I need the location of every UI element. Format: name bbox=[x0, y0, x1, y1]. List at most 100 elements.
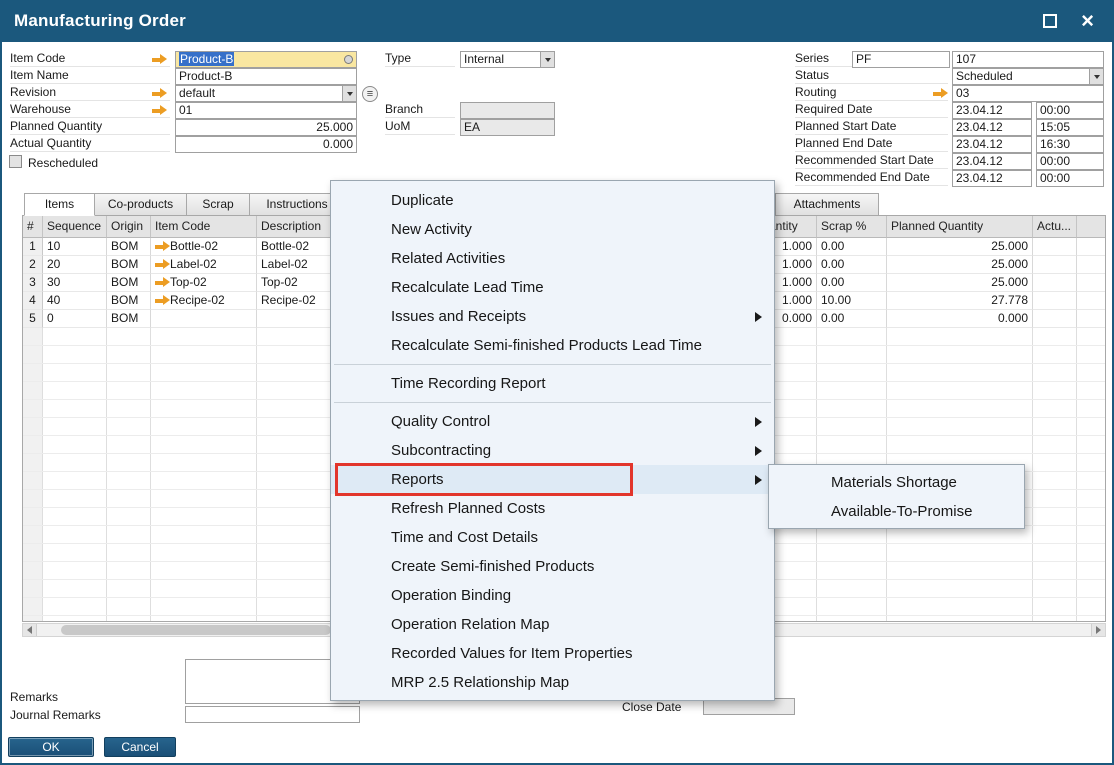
revision-dropdown-arrow-icon[interactable] bbox=[342, 86, 356, 101]
link-arrow-icon[interactable] bbox=[155, 241, 170, 252]
cell-scrap-pct[interactable]: 0.00 bbox=[817, 238, 887, 256]
header-planned-quantity[interactable]: Planned Quantity bbox=[887, 216, 1033, 238]
tab-attachments[interactable]: Attachments bbox=[775, 193, 879, 216]
choose-from-list-icon[interactable] bbox=[344, 55, 353, 64]
cell-item-code[interactable]: Bottle-02 bbox=[151, 238, 257, 256]
maximize-icon[interactable] bbox=[1043, 14, 1057, 28]
cell-scrap-pct[interactable]: 10.00 bbox=[817, 292, 887, 310]
routing-link-arrow-icon[interactable] bbox=[933, 88, 948, 99]
planned-end-date-field[interactable]: 23.04.12 bbox=[952, 136, 1032, 153]
close-icon[interactable]: × bbox=[1081, 14, 1094, 28]
tab-scrap[interactable]: Scrap bbox=[186, 193, 250, 216]
type-dropdown-arrow-icon[interactable] bbox=[540, 52, 554, 67]
cell-planned-quantity[interactable]: 0.000 bbox=[887, 310, 1033, 328]
revision-link-arrow-icon[interactable] bbox=[152, 88, 167, 99]
header-item-code[interactable]: Item Code bbox=[151, 216, 257, 238]
cell-origin[interactable]: BOM bbox=[107, 238, 151, 256]
menu-item-new-activity[interactable]: New Activity bbox=[331, 215, 774, 244]
menu-item-recalculate-semi-finished[interactable]: Recalculate Semi-finished Products Lead … bbox=[331, 331, 774, 360]
cell-planned-quantity[interactable]: 25.000 bbox=[887, 238, 1033, 256]
journal-remarks-field[interactable] bbox=[185, 706, 360, 723]
menu-item-quality-control[interactable]: Quality Control bbox=[331, 407, 774, 436]
cell-actual[interactable] bbox=[1033, 238, 1077, 256]
menu-item-time-recording-report[interactable]: Time Recording Report bbox=[331, 369, 774, 398]
routing-field[interactable]: 03 bbox=[952, 85, 1104, 102]
series-number-field[interactable]: 107 bbox=[952, 51, 1104, 68]
scroll-left-icon[interactable] bbox=[23, 624, 37, 636]
planned-quantity-field[interactable]: 25.000 bbox=[175, 119, 357, 136]
cell-num[interactable]: 5 bbox=[23, 310, 43, 328]
link-arrow-icon[interactable] bbox=[155, 259, 170, 270]
tab-co-products[interactable]: Co-products bbox=[94, 193, 187, 216]
cell-actual[interactable] bbox=[1033, 256, 1077, 274]
cell-origin[interactable]: BOM bbox=[107, 256, 151, 274]
item-name-field[interactable]: Product-B bbox=[175, 68, 357, 85]
recommended-start-time-field[interactable]: 00:00 bbox=[1036, 153, 1104, 170]
menu-item-reports[interactable]: Reports bbox=[331, 465, 774, 494]
header-actual[interactable]: Actu... bbox=[1033, 216, 1077, 238]
cell-sequence[interactable]: 20 bbox=[43, 256, 107, 274]
cell-num[interactable]: 3 bbox=[23, 274, 43, 292]
cell-item-code[interactable]: Top-02 bbox=[151, 274, 257, 292]
link-arrow-icon[interactable] bbox=[155, 277, 170, 288]
warehouse-link-arrow-icon[interactable] bbox=[152, 105, 167, 116]
cell-origin[interactable]: BOM bbox=[107, 292, 151, 310]
revision-list-icon[interactable]: ≡ bbox=[362, 86, 378, 102]
menu-item-duplicate[interactable]: Duplicate bbox=[331, 186, 774, 215]
link-arrow-icon[interactable] bbox=[155, 295, 170, 306]
menu-item-create-semi-finished-products[interactable]: Create Semi-finished Products bbox=[331, 552, 774, 581]
tab-items[interactable]: Items bbox=[24, 193, 95, 216]
scrollbar-thumb[interactable] bbox=[61, 625, 331, 635]
menu-item-mrp-relationship-map[interactable]: MRP 2.5 Relationship Map bbox=[331, 668, 774, 697]
cancel-button[interactable]: Cancel bbox=[104, 737, 176, 757]
scroll-right-icon[interactable] bbox=[1091, 624, 1105, 636]
cell-num[interactable]: 2 bbox=[23, 256, 43, 274]
required-time-field[interactable]: 00:00 bbox=[1036, 102, 1104, 119]
header-origin[interactable]: Origin bbox=[107, 216, 151, 238]
cell-scrap-pct[interactable]: 0.00 bbox=[817, 274, 887, 292]
window-titlebar[interactable]: Manufacturing Order × bbox=[0, 0, 1114, 42]
recommended-start-date-field[interactable]: 23.04.12 bbox=[952, 153, 1032, 170]
header-sequence[interactable]: Sequence bbox=[43, 216, 107, 238]
cell-origin[interactable]: BOM bbox=[107, 310, 151, 328]
menu-item-time-and-cost-details[interactable]: Time and Cost Details bbox=[331, 523, 774, 552]
menu-item-recorded-values-item-properties[interactable]: Recorded Values for Item Properties bbox=[331, 639, 774, 668]
planned-start-time-field[interactable]: 15:05 bbox=[1036, 119, 1104, 136]
cell-item-code[interactable]: Label-02 bbox=[151, 256, 257, 274]
cell-scrap-pct[interactable]: 0.00 bbox=[817, 256, 887, 274]
cell-actual[interactable] bbox=[1033, 274, 1077, 292]
cell-sequence[interactable]: 10 bbox=[43, 238, 107, 256]
item-code-field[interactable]: Product-B bbox=[175, 51, 357, 68]
cell-sequence[interactable]: 30 bbox=[43, 274, 107, 292]
series-field[interactable]: PF bbox=[852, 51, 950, 68]
cell-num[interactable]: 1 bbox=[23, 238, 43, 256]
item-code-link-arrow-icon[interactable] bbox=[152, 54, 167, 65]
planned-start-date-field[interactable]: 23.04.12 bbox=[952, 119, 1032, 136]
menu-item-operation-binding[interactable]: Operation Binding bbox=[331, 581, 774, 610]
cell-actual[interactable] bbox=[1033, 292, 1077, 310]
planned-end-time-field[interactable]: 16:30 bbox=[1036, 136, 1104, 153]
status-dropdown[interactable]: Scheduled bbox=[952, 68, 1104, 85]
menu-item-refresh-planned-costs[interactable]: Refresh Planned Costs bbox=[331, 494, 774, 523]
recommended-end-date-field[interactable]: 23.04.12 bbox=[952, 170, 1032, 187]
menu-item-issues-and-receipts[interactable]: Issues and Receipts bbox=[331, 302, 774, 331]
cell-item-code[interactable] bbox=[151, 310, 257, 328]
menu-item-related-activities[interactable]: Related Activities bbox=[331, 244, 774, 273]
revision-dropdown[interactable]: default bbox=[175, 85, 357, 102]
menu-item-subcontracting[interactable]: Subcontracting bbox=[331, 436, 774, 465]
rescheduled-checkbox[interactable] bbox=[9, 155, 22, 168]
submenu-item-available-to-promise[interactable]: Available-To-Promise bbox=[769, 497, 1024, 526]
type-dropdown[interactable]: Internal bbox=[460, 51, 555, 68]
cell-sequence[interactable]: 40 bbox=[43, 292, 107, 310]
cell-num[interactable]: 4 bbox=[23, 292, 43, 310]
cell-actual[interactable] bbox=[1033, 310, 1077, 328]
warehouse-field[interactable]: 01 bbox=[175, 102, 357, 119]
required-date-field[interactable]: 23.04.12 bbox=[952, 102, 1032, 119]
cell-origin[interactable]: BOM bbox=[107, 274, 151, 292]
actual-quantity-field[interactable]: 0.000 bbox=[175, 136, 357, 153]
menu-item-recalculate-lead-time[interactable]: Recalculate Lead Time bbox=[331, 273, 774, 302]
recommended-end-time-field[interactable]: 00:00 bbox=[1036, 170, 1104, 187]
submenu-item-materials-shortage[interactable]: Materials Shortage bbox=[769, 468, 1024, 497]
header-scrap-pct[interactable]: Scrap % bbox=[817, 216, 887, 238]
cell-planned-quantity[interactable]: 25.000 bbox=[887, 274, 1033, 292]
